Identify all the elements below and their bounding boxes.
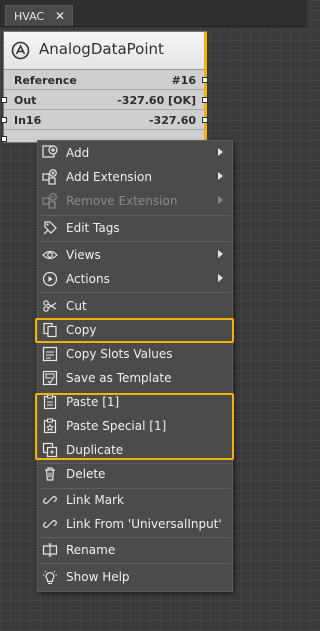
block-header: AnalogDataPoint [4, 32, 204, 70]
trash-icon [42, 466, 58, 482]
scissors-icon [42, 298, 58, 314]
output-pin[interactable] [202, 97, 208, 103]
menu-item-paste[interactable]: Paste [1] [38, 391, 232, 413]
save-template-icon [42, 370, 58, 386]
rename-icon [42, 542, 58, 558]
menu-item-label: Copy [66, 323, 97, 337]
copy-icon [42, 322, 58, 338]
menu-item-paste-special[interactable]: Paste Special [1] [38, 415, 232, 437]
menu-item-label: Save as Template [66, 371, 172, 385]
menu-item-duplicate[interactable]: Duplicate [38, 439, 232, 461]
submenu-arrow-icon [218, 172, 223, 180]
copy-slots-icon [42, 346, 58, 362]
menu-item-cut[interactable]: Cut [38, 295, 232, 317]
submenu-arrow-icon [218, 196, 223, 204]
add-extension-icon [42, 169, 58, 185]
edit-tags-icon [42, 220, 58, 236]
block-title: AnalogDataPoint [39, 40, 164, 58]
close-icon[interactable]: ✕ [55, 9, 65, 23]
duplicate-icon [42, 442, 58, 458]
menu-item-label: Paste [1] [66, 395, 120, 409]
menu-item-copy[interactable]: Copy [38, 319, 232, 341]
lightbulb-icon [42, 569, 58, 585]
context-menu: Add Add Extension Remove Extension Edit … [37, 140, 233, 592]
selection-accent [204, 32, 207, 140]
menu-item-label: Actions [66, 272, 110, 286]
submenu-arrow-icon [218, 250, 223, 258]
submenu-arrow-icon [218, 274, 223, 282]
play-icon [42, 271, 58, 287]
tab-strip: HVAC ✕ [0, 0, 307, 27]
menu-item-remove-extension: Remove Extension [38, 190, 232, 212]
slot-name: Reference [14, 74, 77, 87]
menu-item-label: Add [66, 146, 90, 160]
menu-item-label: Edit Tags [66, 221, 120, 235]
menu-item-label: Link Mark [66, 493, 124, 507]
slot-value: #16 [171, 74, 196, 87]
link-from-icon [42, 516, 58, 532]
menu-item-link-from[interactable]: Link From 'UniversalInput' [38, 513, 232, 535]
paste-icon [42, 394, 58, 410]
remove-extension-icon [42, 193, 58, 209]
paste-special-icon [42, 418, 58, 434]
slot-name: Out [14, 94, 37, 107]
menu-item-views[interactable]: Views [38, 244, 232, 266]
slot-value: -327.60 [148, 114, 196, 127]
menu-item-actions[interactable]: Actions [38, 268, 232, 290]
submenu-arrow-icon [218, 148, 223, 156]
menu-item-label: Link From 'UniversalInput' [66, 517, 222, 531]
input-pin[interactable] [1, 136, 7, 142]
output-pin[interactable] [202, 77, 208, 83]
input-pin[interactable] [1, 97, 7, 103]
menu-item-label: Remove Extension [66, 194, 178, 208]
menu-separator [40, 215, 230, 216]
input-pin[interactable] [1, 117, 7, 123]
menu-separator [40, 292, 230, 293]
menu-item-label: Delete [66, 467, 106, 481]
menu-item-label: Copy Slots Values [66, 347, 173, 361]
menu-item-label: Cut [66, 299, 87, 313]
slot-out[interactable]: Out -327.60 [OK] [4, 91, 204, 110]
slot-reference[interactable]: Reference #16 [4, 71, 204, 90]
menu-item-label: Views [66, 248, 101, 262]
analog-point-icon [10, 40, 31, 61]
menu-item-copy-slots-values[interactable]: Copy Slots Values [38, 343, 232, 365]
tab-label: HVAC [14, 10, 45, 23]
menu-item-label: Paste Special [1] [66, 419, 167, 433]
menu-item-label: Add Extension [66, 170, 152, 184]
tab-hvac[interactable]: HVAC ✕ [5, 5, 73, 26]
menu-separator [40, 241, 230, 242]
menu-item-label: Duplicate [66, 443, 124, 457]
slot-in16[interactable]: In16 -327.60 [4, 111, 204, 130]
menu-separator [40, 537, 230, 538]
menu-item-show-help[interactable]: Show Help [38, 566, 232, 588]
component-block[interactable]: AnalogDataPoint Reference #16 Out -327.6… [1, 31, 208, 143]
menu-item-edit-tags[interactable]: Edit Tags [38, 217, 232, 239]
menu-separator [40, 563, 230, 564]
link-icon [42, 492, 58, 508]
menu-item-rename[interactable]: Rename [38, 539, 232, 561]
output-pin[interactable] [202, 117, 208, 123]
menu-item-save-as-template[interactable]: Save as Template [38, 367, 232, 389]
eye-icon [42, 247, 58, 263]
menu-item-delete[interactable]: Delete [38, 463, 232, 485]
menu-item-link-mark[interactable]: Link Mark [38, 489, 232, 511]
menu-item-add-extension[interactable]: Add Extension [38, 166, 232, 188]
slot-name: In16 [14, 114, 42, 127]
add-icon [42, 145, 58, 161]
menu-item-label: Show Help [66, 570, 130, 584]
menu-item-label: Rename [66, 543, 116, 557]
slot-value: -327.60 [OK] [117, 94, 196, 107]
menu-item-add[interactable]: Add [38, 142, 232, 164]
